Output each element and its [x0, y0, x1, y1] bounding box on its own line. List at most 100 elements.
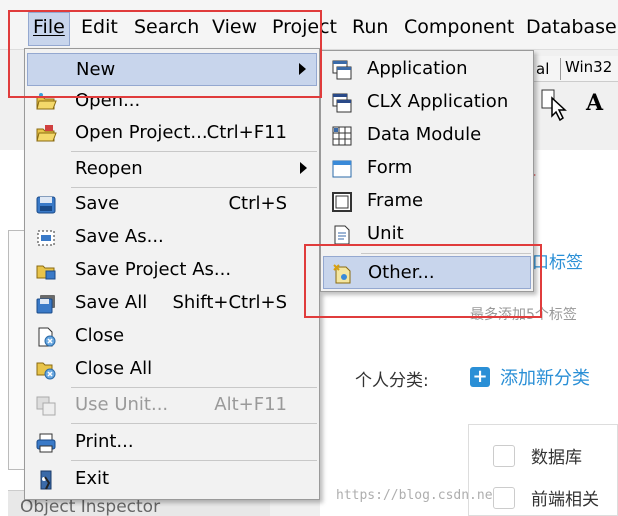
submenu-item-application[interactable]: Application — [323, 53, 531, 86]
menu-component-label: Component — [404, 16, 515, 38]
menu-item-label: Close — [75, 325, 125, 346]
menu-search[interactable]: Search — [134, 16, 199, 38]
menu-item-label: Open Project... — [75, 122, 208, 143]
menu-item-label: Save Project As... — [75, 259, 232, 280]
category-item-label: 数据库 — [531, 448, 582, 468]
open-folder-icon — [36, 93, 57, 110]
menu-file-label: File — [33, 16, 65, 38]
tag-hint-text: 最多添加5个标签 — [470, 307, 577, 323]
open-project-icon — [36, 125, 57, 142]
submenu-item-label: Application — [367, 58, 468, 79]
save-as-icon — [37, 230, 55, 246]
menu-item-open[interactable]: Open... — [27, 85, 317, 118]
submenu-item-label: Data Module — [367, 124, 482, 145]
submenu-item-data-module[interactable]: Data Module — [323, 119, 531, 152]
use-unit-icon — [36, 396, 56, 416]
menu-item-use-unit: Use Unit... Alt+F11 — [27, 389, 317, 422]
menu-file[interactable]: File — [28, 12, 70, 46]
submenu-item-label: Form — [367, 157, 413, 178]
unit-icon — [334, 225, 350, 245]
menu-item-open-project[interactable]: Open Project... Ctrl+F11 — [27, 117, 317, 150]
menu-separator — [71, 151, 317, 152]
submenu-item-other[interactable]: Other... — [323, 256, 531, 289]
palette-tab-win32[interactable]: Win32 — [560, 58, 612, 80]
exit-icon — [40, 470, 52, 490]
submenu-item-label: Unit — [367, 223, 404, 244]
watermark-url: https://blog.csdn.ne — [336, 488, 493, 503]
menu-item-new[interactable]: New — [27, 53, 317, 86]
submenu-item-unit[interactable]: Unit — [323, 218, 531, 251]
menu-item-reopen[interactable]: Reopen — [27, 153, 317, 186]
close-all-icon — [36, 362, 56, 380]
menu-item-close-all[interactable]: Close All — [27, 353, 317, 386]
application-icon — [332, 60, 352, 80]
menu-item-close[interactable]: Close — [27, 320, 317, 353]
add-category-button[interactable]: + 添加新分类 — [470, 364, 590, 390]
menu-item-print[interactable]: Print... — [27, 426, 317, 459]
menu-item-label: Print... — [75, 431, 134, 452]
save-icon — [36, 196, 56, 214]
submenu-arrow-icon — [299, 63, 306, 75]
save-project-as-icon — [36, 265, 56, 280]
close-file-icon — [38, 327, 56, 347]
category-item[interactable]: 数据库 — [493, 443, 582, 468]
menu-item-save-as[interactable]: Save As... — [27, 221, 317, 254]
menu-database-label: Database — [526, 16, 617, 38]
palette-tab-partial[interactable]: al — [536, 60, 549, 78]
menu-item-label: New — [76, 59, 116, 80]
menu-item-label: Open... — [75, 90, 141, 111]
menu-item-save[interactable]: Save Ctrl+S — [27, 188, 317, 221]
submenu-item-label: CLX Application — [367, 91, 509, 112]
add-tag-link[interactable]: 口标签 — [532, 248, 583, 273]
menu-database[interactable]: Database — [526, 16, 617, 38]
menu-item-shortcut: Ctrl+S — [228, 193, 287, 214]
data-module-icon — [332, 126, 352, 146]
menu-project-label: Project — [272, 16, 338, 38]
category-item[interactable]: 前端相关 — [493, 485, 599, 510]
submenu-item-label: Other... — [368, 262, 435, 283]
category-checkbox[interactable] — [493, 486, 515, 509]
menu-item-label: Save — [75, 193, 120, 214]
menu-item-label: Save As... — [75, 226, 164, 247]
form-icon — [332, 160, 352, 178]
submenu-item-frame[interactable]: Frame — [323, 185, 531, 218]
menu-item-save-all[interactable]: Save All Shift+Ctrl+S — [27, 287, 317, 320]
menu-separator — [71, 387, 317, 388]
submenu-arrow-icon — [300, 162, 307, 174]
menu-item-label: Reopen — [75, 158, 143, 179]
category-label: 个人分类: — [355, 371, 429, 391]
category-checkbox[interactable] — [493, 444, 515, 467]
menu-view-label: View — [212, 16, 258, 38]
component-palette-tabs: al Win32 — [520, 56, 618, 82]
menu-component[interactable]: Component — [404, 16, 514, 38]
plus-icon: + — [470, 367, 490, 387]
menu-bar: File Edit Search View Project Run Compon… — [0, 0, 618, 50]
menu-view[interactable]: View — [212, 16, 257, 38]
add-category-label: 添加新分类 — [500, 368, 590, 389]
submenu-item-clx-application[interactable]: CLX Application — [323, 86, 531, 119]
menu-separator — [71, 460, 317, 461]
menu-project[interactable]: Project — [272, 16, 337, 38]
submenu-item-label: Frame — [367, 190, 424, 211]
menu-item-label: Exit — [75, 468, 110, 489]
menu-edit-label: Edit — [81, 16, 118, 38]
submenu-item-form[interactable]: Form — [323, 152, 531, 185]
menu-run[interactable]: Run — [352, 16, 388, 38]
menu-item-label: Use Unit... — [75, 394, 169, 415]
cursor-tool-icon[interactable] — [540, 88, 570, 122]
menu-separator — [71, 423, 317, 424]
clx-application-icon — [332, 93, 352, 113]
menu-edit[interactable]: Edit — [81, 16, 118, 38]
category-item-label: 前端相关 — [531, 490, 599, 510]
menu-item-label: Close All — [75, 358, 153, 379]
menu-run-label: Run — [352, 16, 389, 38]
submenu-separator — [361, 253, 531, 254]
menu-item-exit[interactable]: Exit — [27, 463, 317, 496]
menu-search-label: Search — [134, 16, 200, 38]
printer-icon — [36, 433, 56, 453]
text-tool-icon[interactable]: A — [586, 90, 603, 116]
menu-item-save-project-as[interactable]: Save Project As... — [27, 254, 317, 287]
menu-item-label: Save All — [75, 292, 148, 313]
other-icon — [333, 264, 351, 284]
menu-item-shortcut: Ctrl+F11 — [206, 122, 287, 143]
